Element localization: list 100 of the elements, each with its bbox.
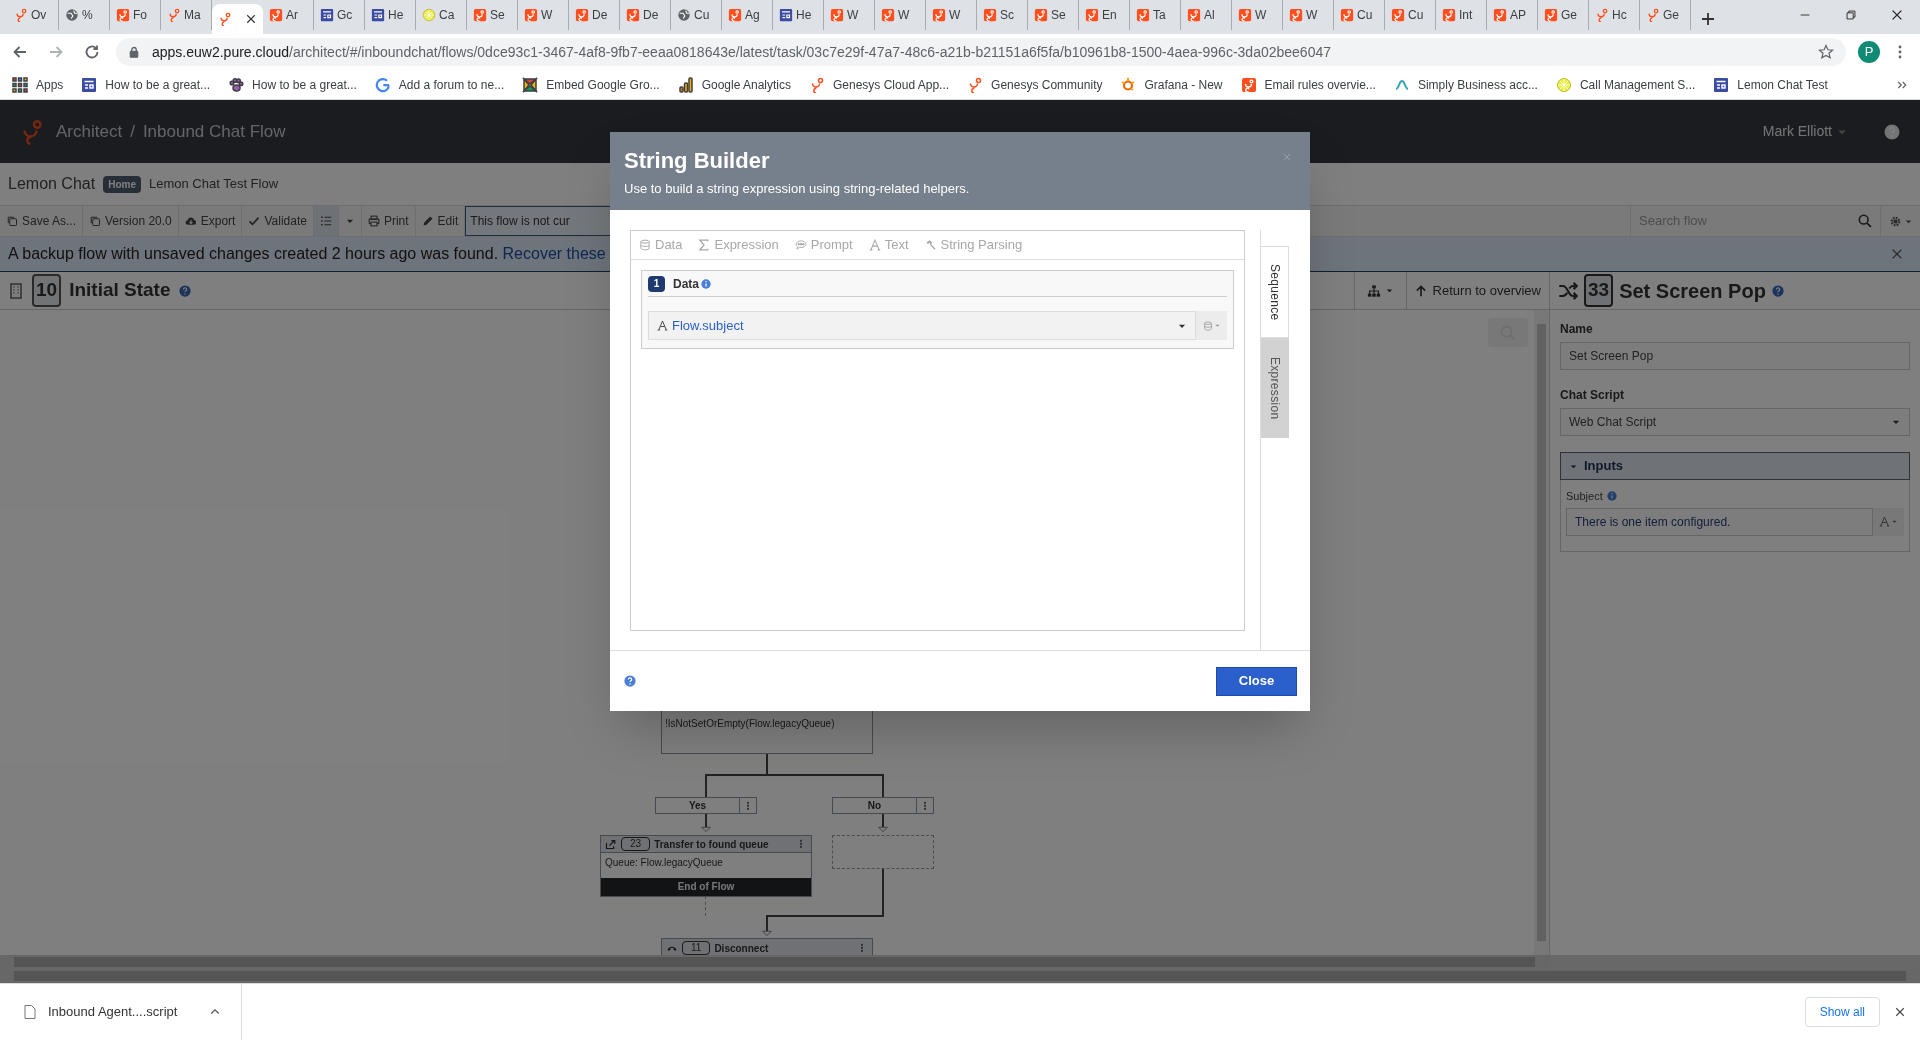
toolbar-button[interactable]: Print [361,206,416,236]
bookmark-star-icon[interactable] [1818,44,1834,60]
browser-tab[interactable]: Cu [1385,0,1436,30]
pencil-icon [421,215,434,227]
bookmark[interactable]: Google Analytics [677,75,791,94]
close-icon[interactable] [245,13,257,25]
action-node[interactable]: 23 Transfer to found queue Queue: Flow.legacyQueue End of Flow [600,835,812,897]
browser-tab[interactable]: Al [1181,0,1232,30]
bookmark[interactable]: How to be a great... [228,75,357,94]
browser-tab[interactable]: Int [1436,0,1487,30]
browser-tab[interactable]: Se [1028,0,1079,30]
bookmark[interactable]: Simply Business acc... [1393,75,1538,94]
browser-tab[interactable]: W [926,0,977,30]
toolbar-button[interactable]: Validate [242,206,314,236]
help-icon[interactable] [1884,123,1900,140]
toolbar-button[interactable]: Export [178,206,243,236]
settings-icon [1888,214,1902,228]
browser-tab[interactable]: En [1079,0,1130,30]
letter-icon [868,239,881,251]
close-button[interactable]: Close [1216,666,1297,696]
globe-icon [677,8,691,22]
browser-tab[interactable]: De [620,0,671,30]
browser-tab[interactable]: Ta [1130,0,1181,30]
bookmark[interactable]: Email rules overvie... [1240,75,1376,94]
info-icon[interactable] [1606,491,1617,502]
close-icon[interactable] [1894,1006,1906,1018]
bookmark[interactable]: Genesys Cloud App... [809,75,950,94]
bookmark[interactable]: Call Management S... [1555,75,1696,94]
database-icon [639,239,651,251]
browser-tab[interactable]: Cu [671,0,722,30]
square-logo-icon [728,8,742,22]
bookmark[interactable]: Apps [12,75,64,94]
check-icon [248,215,261,227]
browser-tab[interactable]: Sc [977,0,1028,30]
browser-tab[interactable]: W [875,0,926,30]
download-name: Inbound Agent....script [48,1003,178,1022]
help-icon[interactable] [624,675,636,687]
browser-tab[interactable]: W [1283,0,1334,30]
toolbar-button[interactable]: Save As... [0,206,84,236]
browser-tab[interactable]: W [824,0,875,30]
node-title: Disconnect [714,941,770,955]
script-dropdown[interactable]: Web Chat Script [1560,408,1910,436]
browser-tab[interactable]: W [1232,0,1283,30]
pinwheel-icon [522,76,539,93]
empty-drop-zone[interactable] [832,835,934,869]
expression-field[interactable]: Flow.subject [648,311,1196,340]
browser-tab[interactable]: Cu [1334,0,1385,30]
action-node[interactable]: 11 Disconnect [661,938,873,955]
bookmark[interactable]: How to be a great... [81,75,211,94]
browser-tab[interactable]: Hc [1589,0,1640,30]
bookmark[interactable]: Add a forum to ne... [374,75,505,94]
browser-tab[interactable]: Fo [110,0,161,30]
list-view-button[interactable] [313,206,339,236]
browser-tab[interactable]: Se [467,0,518,30]
letter-icon [657,320,668,331]
toolbar-button[interactable]: Version 20.0 [83,206,179,236]
vertical-scrollbar[interactable] [1534,310,1549,955]
info-icon[interactable] [701,278,711,289]
browser-tab[interactable]: Ca [416,0,467,30]
back-arrow-icon [12,44,28,60]
bookmark[interactable]: Lemon Chat Test [1713,75,1828,94]
flow-name: Lemon Chat [8,174,96,194]
square-logo-icon [524,8,538,22]
download-item[interactable]: Inbound Agent....script [0,984,243,1040]
help-icon[interactable] [178,284,191,297]
bookmark[interactable]: Genesys Community [967,75,1103,94]
side-tab[interactable]: Expression [1261,338,1289,438]
browser-tab[interactable]: Ge [1640,0,1691,30]
ring-logo-icon [20,117,44,146]
browser-tab[interactable]: % [59,0,110,30]
type-picker-button[interactable] [1196,311,1227,340]
browser-tab[interactable]: Ge [1538,0,1589,30]
up-arrow-icon [1414,284,1427,297]
bookmark[interactable]: Embed Google Gro... [522,75,660,94]
name-field[interactable]: Set Screen Pop [1560,342,1910,370]
browser-tab[interactable]: Gc [314,0,365,30]
user-menu[interactable]: Mark Elliott [1762,121,1848,142]
type-picker-button[interactable] [1873,507,1904,536]
browser-tab[interactable]: De [569,0,620,30]
globe-icon [65,8,79,22]
browser-tab[interactable]: W [518,0,569,30]
help-icon[interactable] [1771,284,1784,297]
square-logo-icon [473,8,487,22]
browser-tab[interactable]: He [773,0,824,30]
subject-field[interactable]: There is one item configured. [1566,507,1873,536]
square-logo-icon [1544,8,1558,22]
browser-tab[interactable]: AP [1487,0,1538,30]
browser-tab[interactable]: Ag [722,0,773,30]
address-bar[interactable]: apps.euw2.pure.cloud/architect/#/inboundchat/flows/0dce93c1-3467-4af8-9fb7-eeaa0818643e/latest/task/03c7e29f-47a7-48c6-a21b-b21151a6f5fa/b10961b8-1500-4aea-996c-3da02bee6047 [116,38,1846,66]
profile-avatar[interactable]: P [1858,41,1880,63]
browser-tab[interactable]: He [365,0,416,30]
browser-tab[interactable]: Ar [263,0,314,30]
browser-tab[interactable]: Ov [8,0,59,30]
show-all-button[interactable]: Show all [1804,997,1880,1027]
square-logo-icon [1442,8,1456,22]
return-button[interactable]: Return to overview [1405,272,1549,309]
inputs-section-header[interactable]: Inputs [1560,452,1910,480]
bookmark[interactable]: Grafana - New [1120,75,1223,94]
side-tab[interactable]: Sequence [1261,246,1289,338]
g-logo-icon [374,76,391,93]
